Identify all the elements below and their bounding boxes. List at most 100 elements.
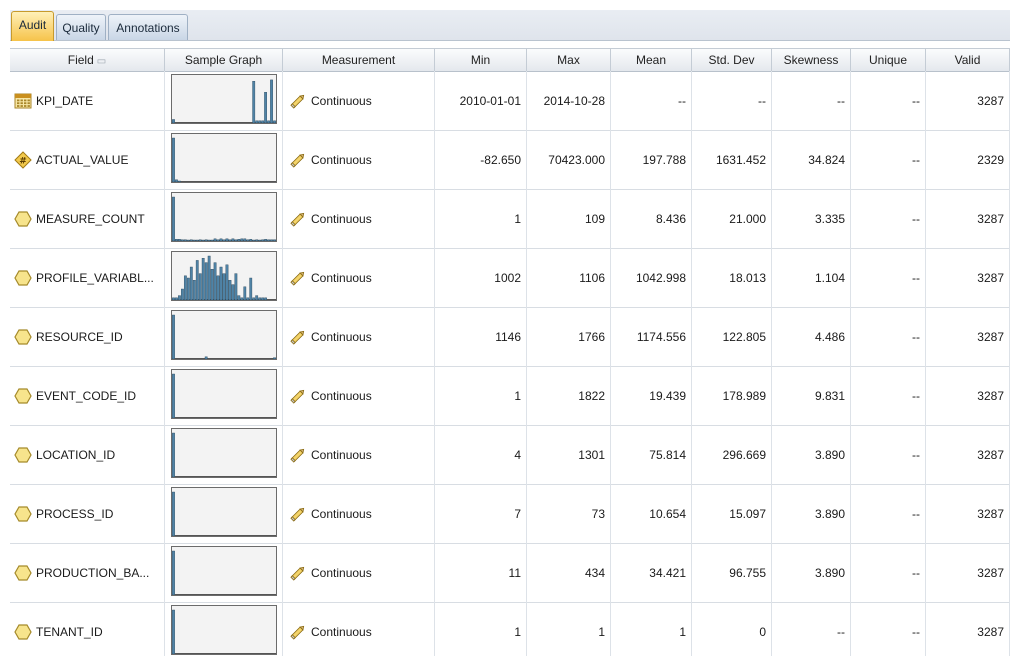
sample-graph[interactable] <box>171 546 277 596</box>
std-dev-cell: 1631.452 <box>692 130 772 189</box>
field-name: EVENT_CODE_ID <box>36 388 137 403</box>
histogram-bar <box>192 239 196 241</box>
sample-graph[interactable] <box>171 605 277 655</box>
pencil-ruler-icon <box>289 151 307 169</box>
column-header-measurement[interactable]: Measurement <box>283 49 435 71</box>
measurement-cell: Continuous <box>283 71 435 130</box>
tab-audit[interactable]: Audit <box>11 11 54 41</box>
tab-quality[interactable]: Quality <box>56 14 106 40</box>
skewness-cell: 3.890 <box>772 425 851 484</box>
column-header-mean[interactable]: Mean <box>611 49 692 71</box>
measurement-cell: Continuous <box>283 307 435 366</box>
table-row[interactable]: RESOURCE_ID Continuous 1146 1766 1174.556 122… <box>10 307 1010 367</box>
histogram-bar <box>172 491 175 536</box>
column-header-max[interactable]: Max <box>527 49 611 71</box>
histogram-bar <box>186 277 190 300</box>
sample-graph[interactable] <box>171 74 277 124</box>
column-header-sample-graph[interactable]: Sample Graph <box>165 49 283 71</box>
column-header-min[interactable]: Min <box>435 49 527 71</box>
pencil-ruler-icon <box>289 328 307 346</box>
calendar-table-icon <box>14 92 32 110</box>
histogram-bar <box>225 264 229 300</box>
sample-graph-cell <box>165 484 283 543</box>
skewness-cell: -- <box>772 602 851 656</box>
field-cell: TENANT_ID <box>10 602 165 656</box>
table-row[interactable]: TENANT_ID Continuous 1 1 1 0 -- -- 3287 <box>10 602 1010 656</box>
min-cell: 1 <box>435 189 527 248</box>
pencil-ruler-icon <box>289 505 307 523</box>
sample-graph[interactable] <box>171 310 277 360</box>
histogram-bar <box>172 119 175 123</box>
pencil-ruler-icon <box>289 210 307 228</box>
field-name: PROFILE_VARIABL... <box>36 270 154 285</box>
histogram-bar <box>172 373 175 418</box>
histogram-bar <box>237 295 241 300</box>
min-cell: 1002 <box>435 248 527 307</box>
tab-annotations[interactable]: Annotations <box>108 14 188 40</box>
valid-cell: 3287 <box>926 366 1010 425</box>
histogram-bar <box>195 239 199 241</box>
histogram-bar <box>270 239 273 241</box>
field-cell: PROCESS_ID <box>10 484 165 543</box>
measurement-label: Continuous <box>311 152 372 167</box>
sample-graph[interactable] <box>171 369 277 419</box>
sample-graph-cell <box>165 425 283 484</box>
min-cell: 1 <box>435 366 527 425</box>
column-header-skewness[interactable]: Skewness <box>772 49 851 71</box>
max-cell: 2014-10-28 <box>527 71 611 130</box>
histogram-bar <box>240 238 244 241</box>
column-header-field[interactable]: Field ▭ <box>10 49 165 71</box>
max-cell: 1822 <box>527 366 611 425</box>
mean-cell: 1174.556 <box>611 307 692 366</box>
histogram-bar <box>228 239 232 241</box>
column-header-std-dev[interactable]: Std. Dev <box>692 49 772 71</box>
sample-graph-cell <box>165 366 283 425</box>
max-cell: 1106 <box>527 248 611 307</box>
histogram-bar <box>175 297 178 300</box>
histogram-bar <box>231 238 235 241</box>
field-name: TENANT_ID <box>36 624 103 639</box>
field-cell: PROFILE_VARIABL... <box>10 248 165 307</box>
histogram-bar <box>228 280 232 300</box>
measurement-cell: Continuous <box>283 602 435 656</box>
table-row[interactable]: # ACTUAL_VALUE Continuous -82.650 70423.000 1… <box>10 130 1010 190</box>
table-row[interactable]: PROCESS_ID Continuous 7 73 10.654 15.097 3.890… <box>10 484 1010 544</box>
table-row[interactable]: MEASURE_COUNT Continuous 1 109 8.436 21.000 3.… <box>10 189 1010 249</box>
sample-graph[interactable] <box>171 428 277 478</box>
pencil-ruler-icon <box>289 387 307 405</box>
continuous-field-icon <box>14 446 32 464</box>
continuous-field-icon <box>14 328 32 346</box>
unique-cell: -- <box>851 189 926 248</box>
table-row[interactable]: EVENT_CODE_ID Continuous 1 1822 19.439 178.98… <box>10 366 1010 426</box>
table-row[interactable]: PROFILE_VARIABL... Continuous 1002 1106 1042… <box>10 248 1010 308</box>
unique-cell: -- <box>851 366 926 425</box>
skewness-cell: 34.824 <box>772 130 851 189</box>
column-header-valid[interactable]: Valid <box>926 49 1010 71</box>
sample-graph[interactable] <box>171 487 277 537</box>
column-header-unique[interactable]: Unique <box>851 49 926 71</box>
sample-graph-cell <box>165 130 283 189</box>
measurement-label: Continuous <box>311 329 372 344</box>
histogram-bar <box>210 269 214 300</box>
mean-cell: 1 <box>611 602 692 656</box>
histogram-bar <box>255 295 259 300</box>
field-name: MEASURE_COUNT <box>36 211 145 226</box>
histogram-bar <box>183 239 187 241</box>
histogram-bar <box>240 297 244 300</box>
pencil-ruler-icon <box>289 564 307 582</box>
field-cell: KPI_DATE <box>10 71 165 130</box>
pencil-ruler-icon <box>289 269 307 287</box>
histogram-bar <box>181 239 184 241</box>
sample-graph[interactable] <box>171 133 277 183</box>
sample-graph[interactable] <box>171 251 277 301</box>
histogram-bar <box>273 120 276 123</box>
table-row[interactable]: PRODUCTION_BA... Continuous 11 434 34.421 96.… <box>10 543 1010 603</box>
histogram-bar <box>234 239 238 241</box>
tab-bar: Audit Quality Annotations <box>0 0 1010 41</box>
histogram-bar <box>225 238 229 241</box>
table-row[interactable]: KPI_DATE Continuous 2010-01-01 2014-10-28 --… <box>10 71 1010 131</box>
sample-graph[interactable] <box>171 192 277 242</box>
skewness-cell: -- <box>772 71 851 130</box>
valid-cell: 2329 <box>926 130 1010 189</box>
table-row[interactable]: LOCATION_ID Continuous 4 1301 75.814 296.669 3… <box>10 425 1010 485</box>
